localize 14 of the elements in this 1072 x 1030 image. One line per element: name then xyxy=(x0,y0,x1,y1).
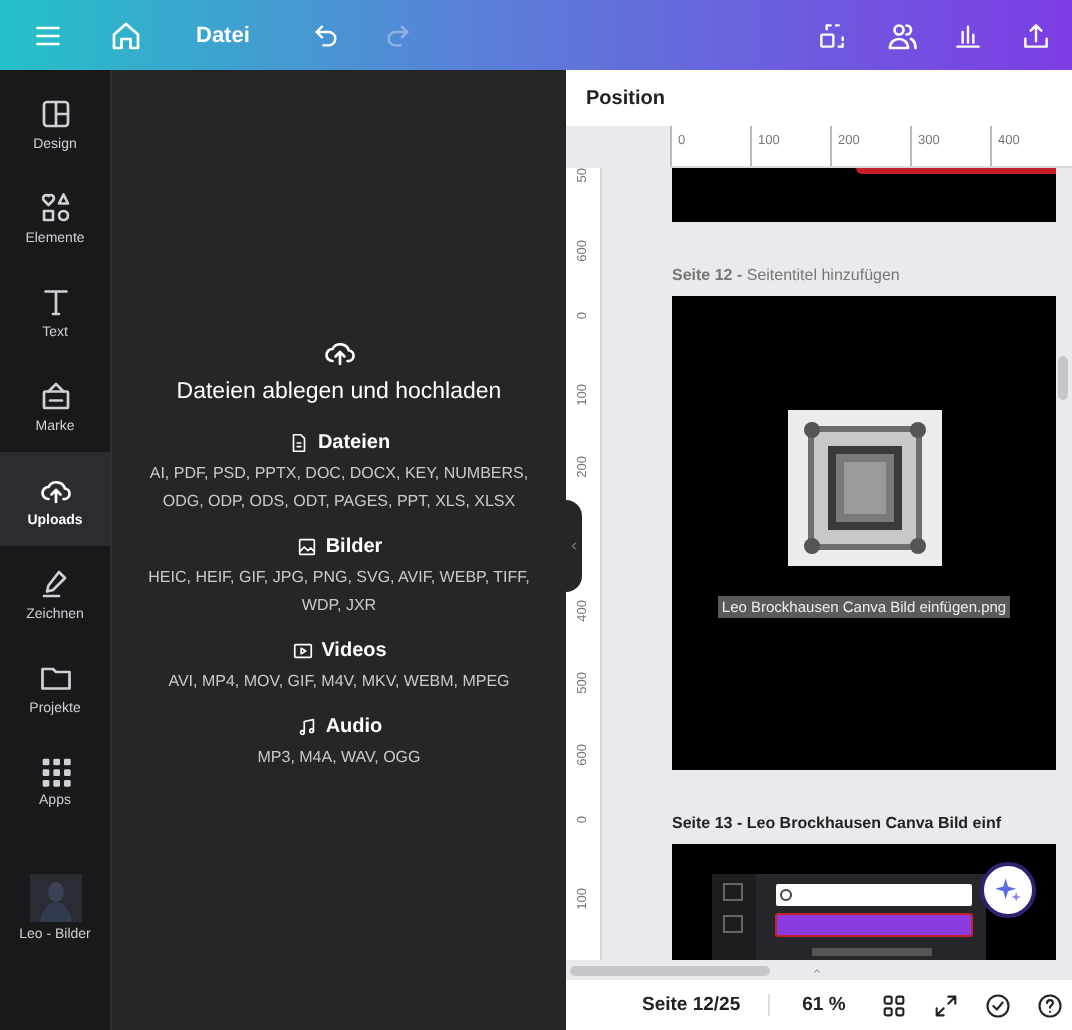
format-list: HEIC, HEIF, GIF, JPG, PNG, SVG, AVIF, WEBP, TIFF, WDP, JXR xyxy=(139,564,539,620)
page-title[interactable]: Seite 13 - Leo Brockhausen Canva Bild einf xyxy=(672,814,1056,832)
section-heading: Bilder xyxy=(325,536,383,558)
page-title[interactable]: Seite 12 - Seitentitel hinzufügen xyxy=(672,266,1056,284)
format-list: AVI, MP4, MOV, GIF, M4V, MKV, WEBM, MPEG xyxy=(139,668,539,696)
format-list: AI, PDF, PSD, PPTX, DOC, DOCX, KEY, NUMBERS, ODG, ODP, ODS, ODT, PAGES, PPT, XLS, XLSX xyxy=(139,460,539,516)
section-heading: Audio xyxy=(325,716,383,738)
format-list: MP3, M4A, WAV, OGG xyxy=(139,744,539,772)
page-indicator[interactable]: Seite 12/25 xyxy=(626,994,757,1016)
upload-title: Dateien ablegen und hochladen xyxy=(176,380,502,404)
section-heading: Dateien xyxy=(317,432,391,454)
zoom-level[interactable]: 61 % xyxy=(768,994,862,1016)
panel-title: Position xyxy=(566,70,1072,126)
section-heading: Videos xyxy=(321,640,387,662)
